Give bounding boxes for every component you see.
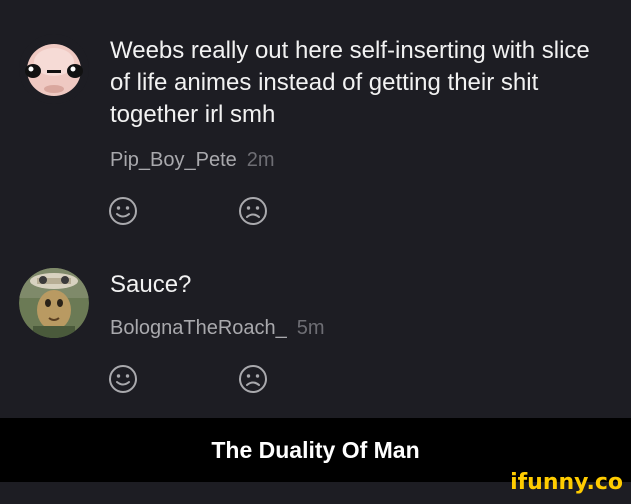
- timestamp: 5m: [296, 317, 325, 339]
- smile-icon[interactable]: [108, 364, 138, 394]
- ifunny-watermark: ifunny.co: [510, 470, 623, 495]
- comment-text: Sauce?: [110, 271, 192, 298]
- comment-2: Sauce? BolognaTheRoach_ 5m: [0, 0, 631, 418]
- avatar-bologna-the-roach[interactable]: [19, 268, 89, 338]
- comment-thread: Weebs really out here self-inserting wit…: [0, 0, 631, 418]
- frown-icon[interactable]: [238, 364, 268, 394]
- username[interactable]: BolognaTheRoach_: [110, 317, 287, 339]
- comment-meta: BolognaTheRoach_ 5m: [110, 316, 325, 340]
